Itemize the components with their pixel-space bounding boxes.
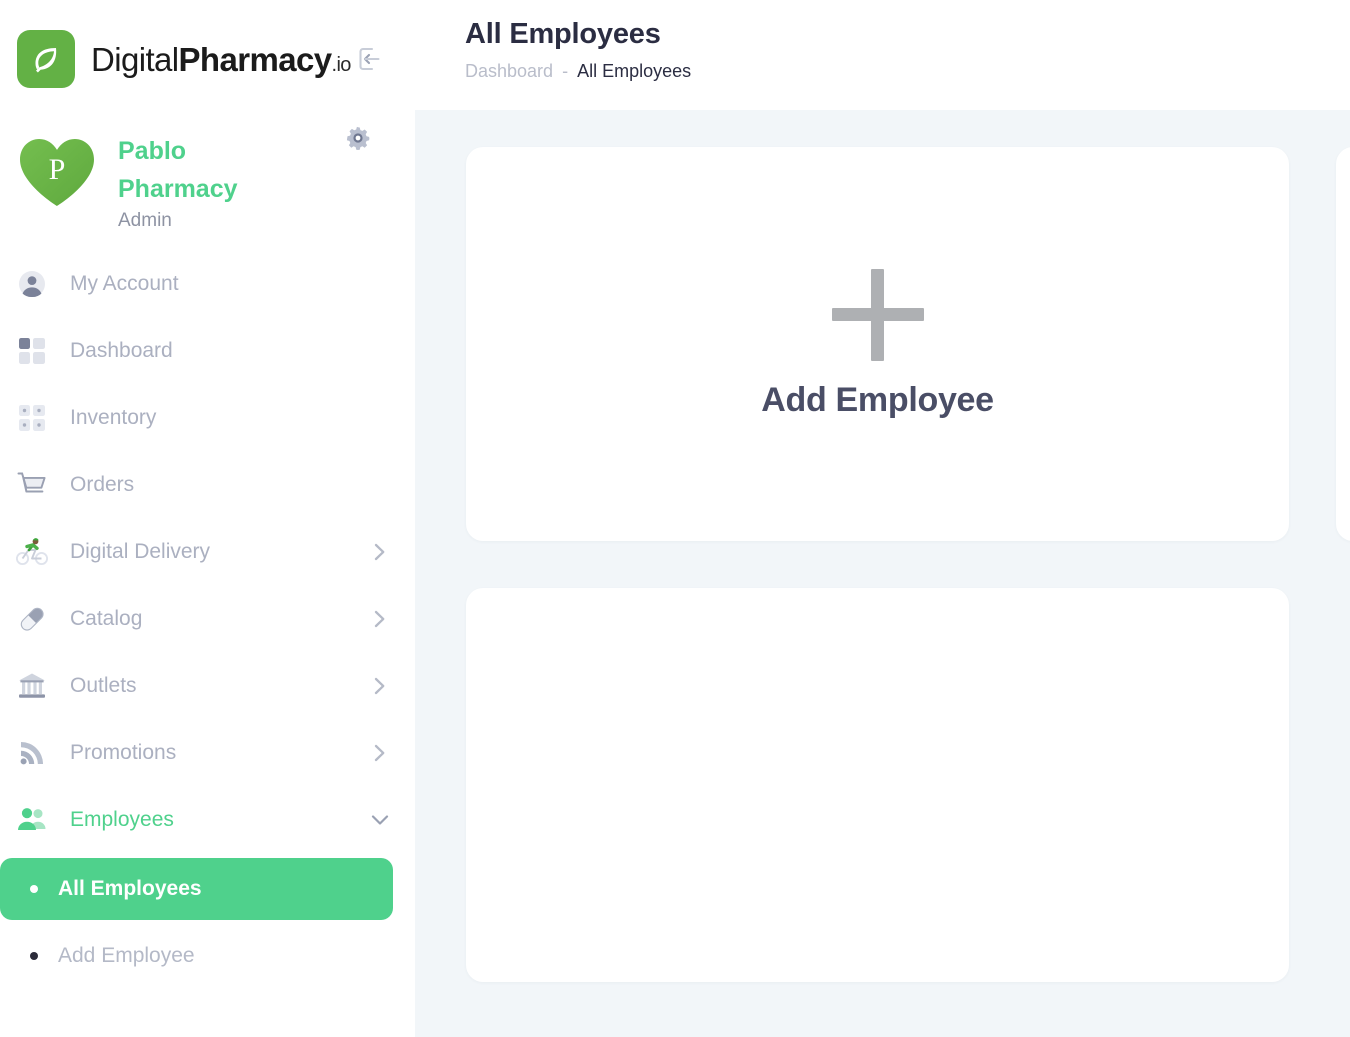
sidebar-item-label: Outlets (70, 673, 137, 697)
pill-capsule-icon (14, 602, 50, 636)
sidebar-item-add-employee[interactable]: Add Employee (0, 925, 393, 987)
page-header: All Employees Dashboard - All Employees (415, 0, 1350, 110)
add-employee-card[interactable]: Add Employee (466, 147, 1289, 541)
sidebar-item-label: My Account (70, 271, 179, 295)
breadcrumb-current: All Employees (577, 61, 692, 81)
profile-meta: Pablo Pharmacy Admin (118, 130, 268, 232)
avatar-initial: P (48, 153, 66, 186)
sidebar-item-catalog[interactable]: Catalog (0, 585, 415, 652)
app-root: DigitalPharmacy.io P Pablo Pharmacy Admi… (0, 0, 1350, 1037)
collapse-sidebar-icon[interactable] (358, 44, 384, 74)
cyclist-icon (14, 535, 50, 569)
add-employee-label: Add Employee (761, 380, 994, 419)
people-group-icon (14, 803, 50, 837)
profile-summary: P Pablo Pharmacy Admin (0, 96, 415, 236)
brand-header: DigitalPharmacy.io (0, 0, 415, 96)
plus-icon (831, 268, 924, 361)
page-title: All Employees (465, 18, 661, 50)
shopping-cart-icon (14, 468, 50, 502)
leaf-icon (17, 30, 75, 88)
brand-wordmark: DigitalPharmacy.io (91, 43, 351, 76)
chevron-right-icon (371, 677, 389, 695)
sidebar-item-label: Digital Delivery (70, 539, 211, 563)
sidebar-item-label: Orders (70, 472, 135, 496)
employee-card[interactable]: Michael Gillette Sr. Pharmacist Pharmaci… (1336, 147, 1350, 541)
user-circle-icon (14, 267, 50, 301)
sidebar-item-promotions[interactable]: Promotions (0, 719, 415, 786)
sidebar-subitem-label: Add Employee (58, 944, 195, 967)
sidebar-item-employees[interactable]: Employees (0, 786, 415, 853)
broadcast-rss-icon (14, 736, 50, 770)
sidebar-item-label: Dashboard (70, 338, 173, 362)
chevron-right-icon (371, 744, 389, 762)
gear-icon[interactable] (343, 123, 373, 153)
content-area: Add Employee (415, 110, 1350, 1037)
sidebar-item-dashboard[interactable]: Dashboard (0, 317, 415, 384)
sidebar: DigitalPharmacy.io P Pablo Pharmacy Admi… (0, 0, 415, 1037)
sidebar-item-label: Catalog (70, 606, 143, 630)
sidebar-subitem-label: All Employees (58, 877, 202, 900)
sidebar-item-my-account[interactable]: My Account (0, 250, 415, 317)
employee-card-grid: Add Employee (466, 147, 1350, 982)
avatar: P (18, 136, 96, 208)
sidebar-item-label: Inventory (70, 405, 157, 429)
sidebar-item-all-employees[interactable]: All Employees (0, 858, 393, 920)
profile-name: Pablo Pharmacy (118, 137, 238, 203)
employee-card-next-row[interactable] (466, 588, 1289, 982)
chevron-right-icon (371, 543, 389, 561)
sidebar-item-orders[interactable]: Orders (0, 451, 415, 518)
brand-name-light: Digital (91, 40, 179, 78)
grid-blocks-icon (14, 334, 50, 368)
sidebar-item-outlets[interactable]: Outlets (0, 652, 415, 719)
breadcrumb-separator: - (562, 61, 569, 81)
chevron-right-icon (371, 610, 389, 628)
brand-name-bold: Pharmacy (178, 40, 333, 78)
bank-building-icon (14, 669, 50, 703)
sidebar-item-label: Employees (70, 807, 174, 831)
boxes-grid-icon (14, 401, 50, 435)
bullet-icon (30, 952, 38, 960)
sidebar-item-digital-delivery[interactable]: Digital Delivery (0, 518, 415, 585)
sidebar-nav: My Account Dashboard Inventory Orders Di… (0, 236, 415, 987)
profile-role: Admin (118, 210, 172, 231)
brand-tld: .io (331, 53, 351, 76)
bullet-icon (30, 885, 38, 893)
sidebar-item-label: Promotions (70, 740, 177, 764)
breadcrumb-root[interactable]: Dashboard (465, 61, 553, 82)
chevron-down-icon (371, 811, 389, 829)
main-content: All Employees Dashboard - All Employees … (415, 0, 1350, 1037)
breadcrumb: Dashboard - All Employees (465, 61, 1350, 82)
sidebar-item-inventory[interactable]: Inventory (0, 384, 415, 451)
